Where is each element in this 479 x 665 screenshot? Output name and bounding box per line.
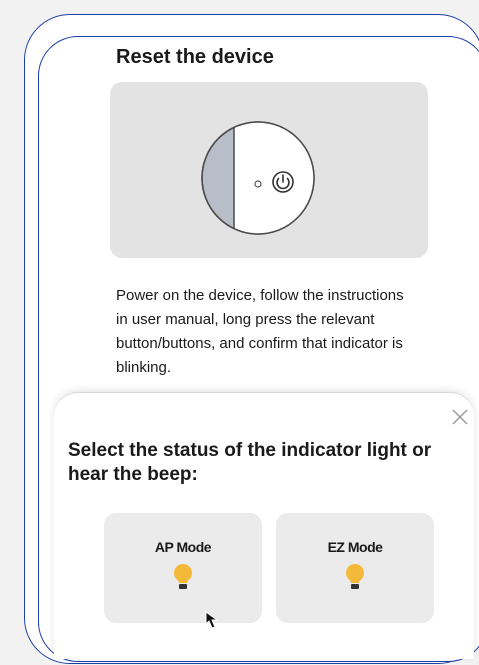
mode-selection-sheet: Select the status of the indicator light… — [54, 392, 474, 659]
bulb-icon — [174, 564, 192, 589]
ap-mode-label: AP Mode — [154, 539, 212, 555]
sheet-title: Select the status of the indicator light… — [68, 440, 432, 485]
device-illustration — [110, 82, 428, 258]
ez-mode-label: EZ Mode — [327, 539, 383, 555]
instructions-text: Power on the device, follow the instruct… — [116, 287, 404, 376]
page-title: Reset the device — [116, 46, 274, 68]
device-power-button-illustration — [201, 121, 315, 235]
screen: Reset the device Power on the device, fo… — [0, 0, 479, 665]
ap-mode-button[interactable]: AP Mode — [104, 513, 262, 623]
bulb-icon — [346, 564, 364, 589]
mouse-cursor-icon — [205, 611, 219, 629]
ez-mode-button[interactable]: EZ Mode — [276, 513, 434, 623]
close-icon[interactable] — [450, 407, 470, 427]
